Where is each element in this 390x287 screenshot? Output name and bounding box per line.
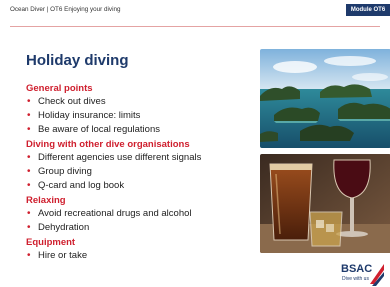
header-divider bbox=[10, 26, 380, 27]
slide: Ocean Diver | OT6 Enjoying your diving M… bbox=[0, 0, 390, 287]
section-heading-equipment: Equipment bbox=[26, 237, 76, 248]
list-item: Dehydration bbox=[26, 221, 256, 235]
logo-subtext: Dive with us bbox=[342, 276, 369, 282]
section-heading-other-organisations: Diving with other dive organisations bbox=[26, 139, 190, 150]
bsac-logo: BSAC Dive with us bbox=[340, 262, 386, 287]
list-item: Holiday insurance: limits bbox=[26, 109, 256, 123]
header-course-label: Ocean Diver | OT6 Enjoying your diving bbox=[10, 6, 121, 13]
list-item: Hire or take bbox=[26, 249, 256, 263]
list-item: Avoid recreational drugs and alcohol bbox=[26, 207, 256, 221]
list-item: Check out dives bbox=[26, 95, 256, 109]
slide-title: Holiday diving bbox=[26, 52, 129, 69]
module-badge: Module OT6 bbox=[346, 4, 390, 16]
relaxing-list: Avoid recreational drugs and alcohol Deh… bbox=[26, 207, 256, 235]
list-item: Group diving bbox=[26, 165, 256, 179]
list-item: Q-card and log book bbox=[26, 179, 256, 193]
section-heading-relaxing: Relaxing bbox=[26, 195, 66, 206]
slide-header: Ocean Diver | OT6 Enjoying your diving M… bbox=[0, 0, 390, 22]
tropical-islands-photo bbox=[260, 49, 390, 148]
other-organisations-list: Different agencies use different signals… bbox=[26, 151, 256, 193]
slide-content: General points Check out dives Holiday i… bbox=[26, 82, 256, 264]
dive-flag-icon bbox=[370, 264, 384, 286]
equipment-list: Hire or take bbox=[26, 249, 256, 263]
general-points-list: Check out dives Holiday insurance: limit… bbox=[26, 95, 256, 137]
list-item: Be aware of local regulations bbox=[26, 123, 256, 137]
list-item: Different agencies use different signals bbox=[26, 151, 256, 165]
drinks-glasses-photo bbox=[260, 154, 390, 253]
section-heading-general-points: General points bbox=[26, 83, 93, 94]
